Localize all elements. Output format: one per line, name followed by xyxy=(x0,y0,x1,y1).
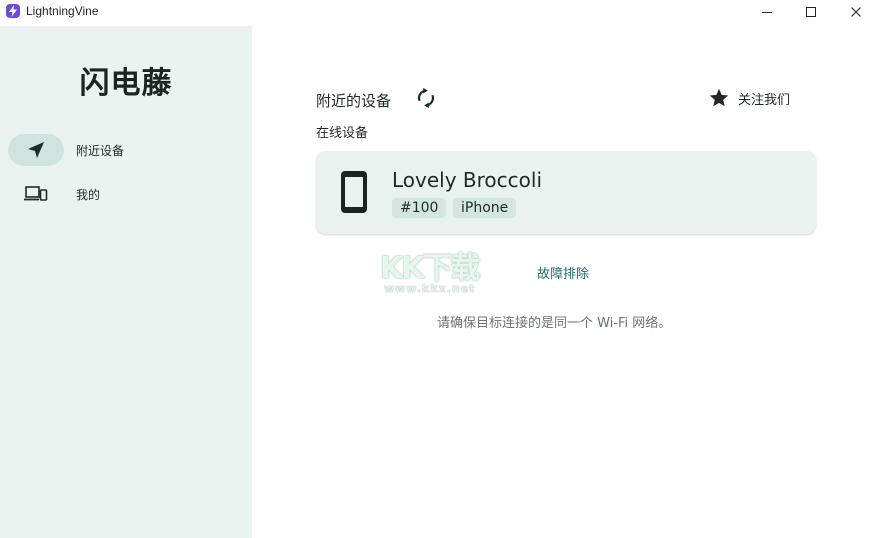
online-devices-label: 在线设备 xyxy=(316,126,369,141)
sidebar: 闪电藤 附近设备 我的 xyxy=(0,26,252,538)
phone-icon xyxy=(341,171,367,213)
devices-icon xyxy=(24,186,48,201)
device-tag-type: iPhone xyxy=(453,198,517,218)
minimize-icon xyxy=(762,12,772,13)
sidebar-item-mine[interactable]: 我的 xyxy=(8,178,244,210)
maximize-button[interactable] xyxy=(788,0,834,24)
troubleshoot-link[interactable]: 故障排除 xyxy=(537,263,589,282)
watermark-url: www.kkx.net xyxy=(384,282,476,295)
device-tag-number: #100 xyxy=(392,198,447,218)
watermark-text: KK下载 xyxy=(380,251,480,286)
app-name-heading: 闪电藤 xyxy=(79,66,173,101)
sidebar-item-label: 我的 xyxy=(76,187,101,202)
navigation-arrow-icon xyxy=(28,142,44,158)
sidebar-item-label: 附近设备 xyxy=(76,143,125,158)
minimize-button[interactable] xyxy=(744,0,790,24)
title-bar: LightningVine xyxy=(0,0,877,26)
nav-pill-selected xyxy=(8,134,64,166)
close-button[interactable] xyxy=(833,0,877,24)
window-title: LightningVine xyxy=(26,4,99,18)
network-hint: 请确保目标连接的是同一个 Wi-Fi 网络。 xyxy=(437,316,672,331)
app-logo-icon xyxy=(6,4,20,18)
nav-pill xyxy=(8,178,64,210)
refresh-icon[interactable] xyxy=(415,87,437,109)
maximize-icon xyxy=(806,7,816,17)
follow-us-button[interactable]: 关注我们 xyxy=(708,86,790,110)
device-card[interactable]: Lovely Broccoli #100 iPhone xyxy=(316,151,816,234)
main-content: 附近的设备 关注我们 在线设备 Lovely Broccoli #100 iPh… xyxy=(252,26,877,538)
follow-us-label: 关注我们 xyxy=(738,92,791,108)
device-name: Lovely Broccoli xyxy=(392,168,542,192)
section-title: 附近的设备 xyxy=(316,92,392,110)
sidebar-item-nearby-devices[interactable]: 附近设备 xyxy=(8,134,244,166)
close-icon xyxy=(851,7,861,17)
star-icon xyxy=(709,88,729,107)
watermark-logo: KK下载 www.kkx.net xyxy=(380,243,510,303)
